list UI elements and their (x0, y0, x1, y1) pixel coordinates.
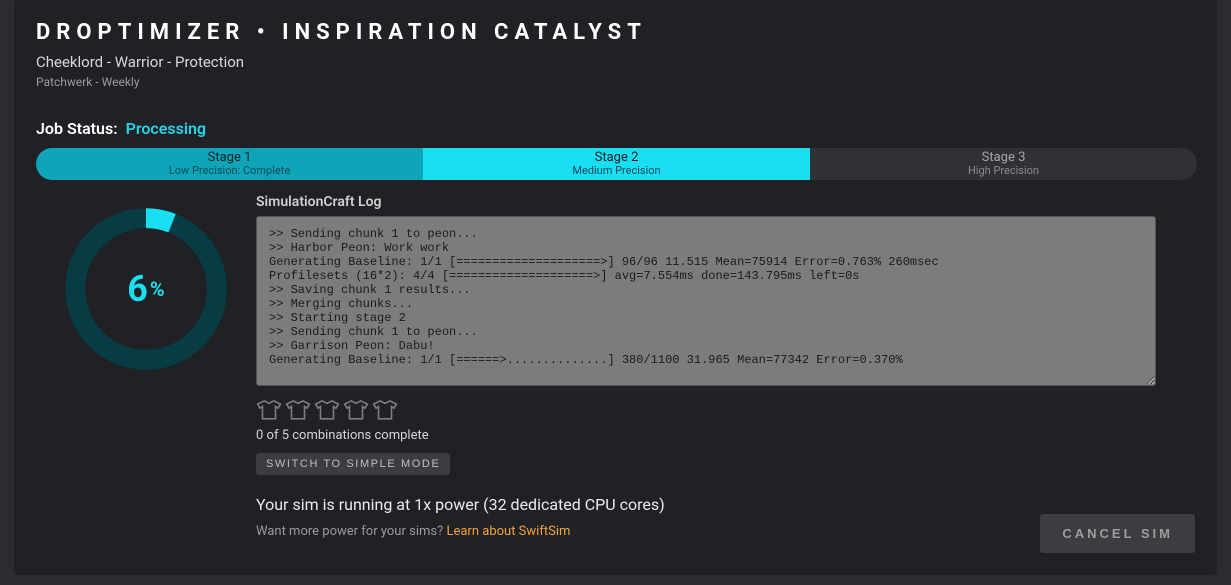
switch-mode-button[interactable]: SWITCH TO SIMPLE MODE (256, 453, 450, 475)
more-power-prefix: Want more power for your sims? (256, 524, 446, 539)
tshirt-icon (372, 396, 398, 422)
progress-number: 6 (127, 268, 148, 310)
progress-label: 6% (61, 204, 231, 374)
tshirt-icon (256, 396, 282, 422)
stage-2-sub: Medium Precision (423, 165, 810, 177)
character-subtitle: Cheeklord - Warrior - Protection (36, 53, 1197, 71)
combo-icons (256, 396, 1197, 422)
stage-2-title: Stage 2 (423, 151, 810, 165)
stage-3-sub: High Precision (810, 165, 1197, 177)
progress-ring: 6% (61, 204, 231, 374)
page-title: DROPTIMIZER • INSPIRATION CATALYST (36, 20, 1197, 45)
job-status-row: Job Status: Processing (36, 119, 1197, 138)
stage-2: Stage 2 Medium Precision (423, 148, 810, 180)
stage-3: Stage 3 High Precision (810, 148, 1197, 180)
progress-unit: % (150, 277, 165, 301)
tshirt-icon (314, 396, 340, 422)
tshirt-icon (285, 396, 311, 422)
stage-bar: Stage 1 Low Precision: Complete Stage 2 … (36, 148, 1197, 180)
combo-progress-text: 0 of 5 combinations complete (256, 428, 1197, 443)
sim-panel: DROPTIMIZER • INSPIRATION CATALYST Cheek… (14, 0, 1217, 575)
tshirt-icon (343, 396, 369, 422)
stage-1-sub: Low Precision: Complete (36, 165, 423, 177)
stage-3-title: Stage 3 (810, 151, 1197, 165)
progress-column: 6% (36, 194, 256, 539)
log-output[interactable]: >> Sending chunk 1 to peon... >> Harbor … (256, 216, 1156, 386)
log-heading: SimulationCraft Log (256, 194, 1197, 210)
stage-1: Stage 1 Low Precision: Complete (36, 148, 423, 180)
cancel-sim-button[interactable]: CANCEL SIM (1040, 514, 1195, 553)
job-status-value: Processing (126, 119, 206, 138)
stage-1-title: Stage 1 (36, 151, 423, 165)
swiftsim-link[interactable]: Learn about SwiftSim (446, 524, 570, 539)
power-line: Your sim is running at 1x power (32 dedi… (256, 495, 1197, 514)
sim-meta: Patchwerk - Weekly (36, 75, 1197, 89)
job-status-label: Job Status: (36, 119, 118, 138)
